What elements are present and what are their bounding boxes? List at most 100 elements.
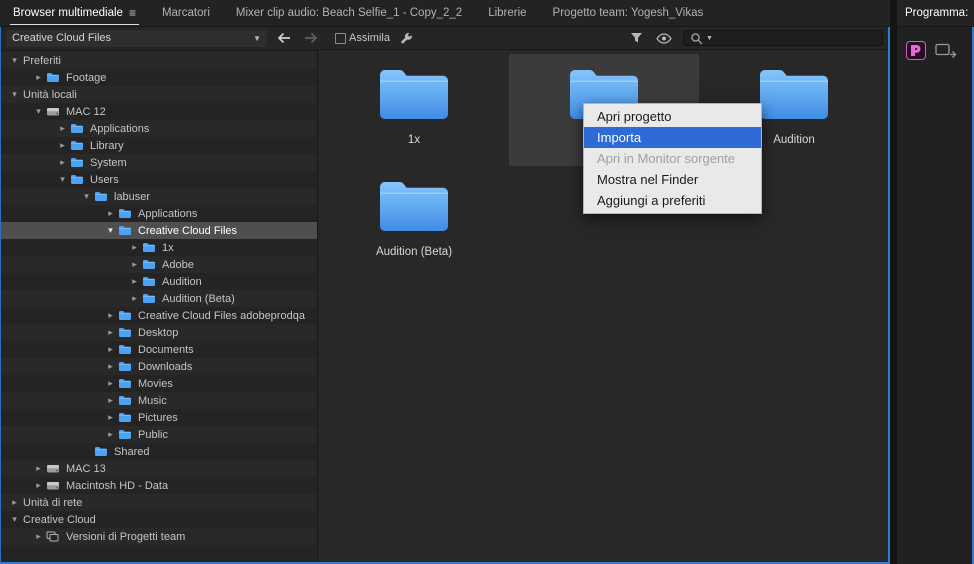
forward-button[interactable]	[301, 29, 319, 47]
disclosure-closed-icon[interactable]: ▸	[127, 259, 142, 270]
panel-menu-icon[interactable]: ≡	[129, 7, 136, 19]
disclosure-closed-icon[interactable]: ▸	[103, 208, 118, 219]
disclosure-closed-icon[interactable]: ▸	[103, 412, 118, 423]
tree-item-footage[interactable]: ▸ Footage	[1, 69, 317, 86]
filter-button[interactable]	[627, 29, 645, 47]
tree-item-users[interactable]: ▾ Users	[1, 171, 317, 188]
ingest-checkbox[interactable]	[335, 32, 346, 44]
tree-item-movies[interactable]: ▸ Movies	[1, 375, 317, 392]
disclosure-closed-icon[interactable]: ▸	[7, 497, 22, 508]
tree-item-labuser[interactable]: ▾ labuser	[1, 188, 317, 205]
tab-browser-multimediale[interactable]: Browser multimediale ≡	[0, 0, 149, 26]
ingest-settings-button[interactable]	[398, 29, 416, 47]
disclosure-closed-icon[interactable]: ▸	[55, 123, 70, 134]
disclosure-closed-icon[interactable]: ▸	[31, 463, 46, 474]
tree-item-label: Desktop	[138, 326, 179, 339]
tab-marcatori[interactable]: Marcatori	[149, 0, 223, 26]
folder-icon	[118, 310, 137, 321]
tree-item-system[interactable]: ▸ System	[1, 154, 317, 171]
tree-item-downloads[interactable]: ▸ Downloads	[1, 358, 317, 375]
disclosure-open-icon[interactable]: ▾	[31, 106, 46, 117]
tree-item-applications[interactable]: ▸ Applications	[1, 120, 317, 137]
tree-item-1x[interactable]: ▸ 1x	[1, 239, 317, 256]
tree-item-label: Shared	[114, 445, 150, 458]
folder-icon	[118, 225, 137, 236]
tree-item-creative-cloud-files[interactable]: ▾ Creative Cloud Files	[1, 222, 317, 239]
folder-icon	[46, 72, 65, 83]
disclosure-closed-icon[interactable]: ▸	[127, 242, 142, 253]
disclosure-closed-icon[interactable]: ▸	[55, 140, 70, 151]
back-button[interactable]	[275, 29, 293, 47]
tree-item-pictures[interactable]: ▸ Pictures	[1, 409, 317, 426]
tree-item-desktop[interactable]: ▸ Desktop	[1, 324, 317, 341]
disclosure-closed-icon[interactable]: ▸	[127, 276, 142, 287]
search-box[interactable]: ▼	[683, 30, 883, 46]
tree-item-audition[interactable]: ▸ Audition	[1, 273, 317, 290]
disclosure-open-icon[interactable]: ▾	[103, 225, 118, 236]
tree-item-label: Unità locali	[23, 88, 77, 101]
disclosure-open-icon[interactable]: ▾	[79, 191, 94, 202]
tree-item-adobe[interactable]: ▸ Adobe	[1, 256, 317, 273]
disk-icon	[46, 106, 65, 117]
location-dropdown[interactable]: Creative Cloud Files ▼	[6, 29, 267, 47]
disclosure-closed-icon[interactable]: ▸	[55, 157, 70, 168]
disclosure-closed-icon[interactable]: ▸	[103, 344, 118, 355]
menu-item-aggiungi-a-preferiti[interactable]: Aggiungi a preferiti	[584, 190, 761, 211]
disclosure-closed-icon[interactable]: ▸	[103, 395, 118, 406]
chevron-down-icon: ▼	[706, 34, 713, 42]
menu-item-mostra-nel-finder[interactable]: Mostra nel Finder	[584, 169, 761, 190]
menu-item-apri-progetto[interactable]: Apri progetto	[584, 106, 761, 127]
tree-item-unit-di-rete[interactable]: ▸ Unità di rete	[1, 494, 317, 511]
disclosure-closed-icon[interactable]: ▸	[31, 480, 46, 491]
tree-item-versioni-di-progetti-team[interactable]: ▸ Versioni di Progetti team	[1, 528, 317, 545]
tab-progetto-team-yogesh-vikas[interactable]: Progetto team: Yogesh_Vikas	[540, 0, 717, 26]
tree-item-macintosh-hd-data[interactable]: ▸ Macintosh HD - Data	[1, 477, 317, 494]
disclosure-closed-icon[interactable]: ▸	[103, 361, 118, 372]
tree-item-shared[interactable]: Shared	[1, 443, 317, 460]
disclosure-closed-icon[interactable]: ▸	[103, 327, 118, 338]
tree-item-label: Audition (Beta)	[162, 292, 235, 305]
menu-item-importa[interactable]: Importa	[584, 127, 761, 148]
tree-item-mac-12[interactable]: ▾ MAC 12	[1, 103, 317, 120]
tab-mixer-clip-audio-beach-selfie-1-copy-2-2[interactable]: Mixer clip audio: Beach Selfie_1 - Copy_…	[223, 0, 475, 26]
disclosure-open-icon[interactable]: ▾	[55, 174, 70, 185]
disclosure-closed-icon[interactable]: ▸	[31, 72, 46, 83]
disclosure-open-icon[interactable]: ▾	[7, 89, 22, 100]
export-frame-icon[interactable]	[935, 43, 957, 63]
preview-toggle-button[interactable]	[655, 29, 673, 47]
tab-label: Marcatori	[161, 7, 210, 19]
disclosure-closed-icon[interactable]: ▸	[127, 293, 142, 304]
tree-item-mac-13[interactable]: ▸ MAC 13	[1, 460, 317, 477]
tree-item-documents[interactable]: ▸ Documents	[1, 341, 317, 358]
tree-item-applications[interactable]: ▸ Applications	[1, 205, 317, 222]
folder-icon	[142, 259, 161, 270]
disclosure-closed-icon[interactable]: ▸	[103, 429, 118, 440]
tree-item-label: Applications	[138, 207, 198, 220]
disclosure-closed-icon[interactable]: ▸	[103, 310, 118, 321]
tree-item-creative-cloud-files-adobeprodqa[interactable]: ▸ Creative Cloud Files adobeprodqa	[1, 307, 317, 324]
panel-divider[interactable]	[890, 0, 897, 564]
tree-item-unit-locali[interactable]: ▾ Unità locali	[1, 86, 317, 103]
tree-item-label: Downloads	[138, 360, 193, 373]
tree-item-public[interactable]: ▸ Public	[1, 426, 317, 443]
disclosure-open-icon[interactable]: ▾	[7, 55, 22, 66]
disclosure-open-icon[interactable]: ▾	[7, 514, 22, 525]
folder-icon	[756, 65, 832, 125]
directory-tree: ▾ Preferiti ▸ Footage ▾ Unità locali ▾ MAC 12 ▸ A…	[1, 50, 318, 562]
content-tile-audition-beta[interactable]: Audition (Beta)	[319, 166, 509, 278]
disclosure-closed-icon[interactable]: ▸	[103, 378, 118, 389]
context-menu: Apri progetto Importa Apri in Monitor sorg…	[583, 103, 762, 214]
tab-program-monitor[interactable]: Programma:	[897, 0, 974, 27]
search-input[interactable]	[715, 32, 876, 44]
folder-icon	[70, 123, 89, 134]
tab-librerie[interactable]: Librerie	[475, 0, 539, 26]
tree-item-label: Preferiti	[23, 54, 61, 67]
disclosure-closed-icon[interactable]: ▸	[31, 531, 46, 542]
tree-item-audition-beta[interactable]: ▸ Audition (Beta)	[1, 290, 317, 307]
tree-item-creative-cloud[interactable]: ▾ Creative Cloud	[1, 511, 317, 528]
tree-item-preferiti[interactable]: ▾ Preferiti	[1, 52, 317, 69]
tree-item-music[interactable]: ▸ Music	[1, 392, 317, 409]
tree-item-label: System	[90, 156, 127, 169]
content-tile-1x[interactable]: 1x	[319, 54, 509, 166]
tree-item-library[interactable]: ▸ Library	[1, 137, 317, 154]
